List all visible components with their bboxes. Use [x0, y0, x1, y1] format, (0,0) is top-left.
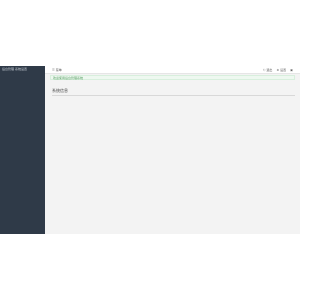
- settings-button[interactable]: ⚙ 设置: [276, 68, 286, 72]
- gear-icon: ⚙: [276, 67, 280, 72]
- settings-label: 设置: [280, 67, 287, 72]
- main-content: ☰ 菜单 ⎋ 退出 ⚙ 设置 ▣ 欢迎使用后台管理系统 系统信息: [45, 66, 300, 234]
- top-actions: ⎋ 退出 ⚙ 设置 ▣: [263, 67, 294, 72]
- logout-icon: ⎋: [263, 67, 266, 72]
- logout-label: 退出: [266, 67, 273, 72]
- menu-icon: ☰: [52, 67, 55, 72]
- app-frame: 后台管理 系统设置 ☰ 菜单 ⎋ 退出 ⚙ 设置 ▣ 欢迎使用后台管理系统 系统…: [0, 66, 300, 234]
- fullscreen-button[interactable]: ▣: [290, 68, 294, 72]
- menu-label: 菜单: [55, 67, 62, 72]
- top-bar: ☰ 菜单 ⎋ 退出 ⚙ 设置 ▣: [45, 66, 300, 74]
- welcome-notice: 欢迎使用后台管理系统: [50, 75, 295, 80]
- page-title: 系统信息: [52, 88, 68, 93]
- sidebar: 后台管理 系统设置: [0, 66, 45, 234]
- fullscreen-icon: ▣: [290, 67, 293, 72]
- title-divider: [52, 95, 295, 96]
- menu-toggle-button[interactable]: ☰ 菜单: [52, 67, 62, 72]
- logout-button[interactable]: ⎋ 退出: [263, 68, 272, 72]
- welcome-text: 欢迎使用后台管理系统: [53, 76, 84, 80]
- sidebar-title: 后台管理 系统设置: [2, 67, 27, 71]
